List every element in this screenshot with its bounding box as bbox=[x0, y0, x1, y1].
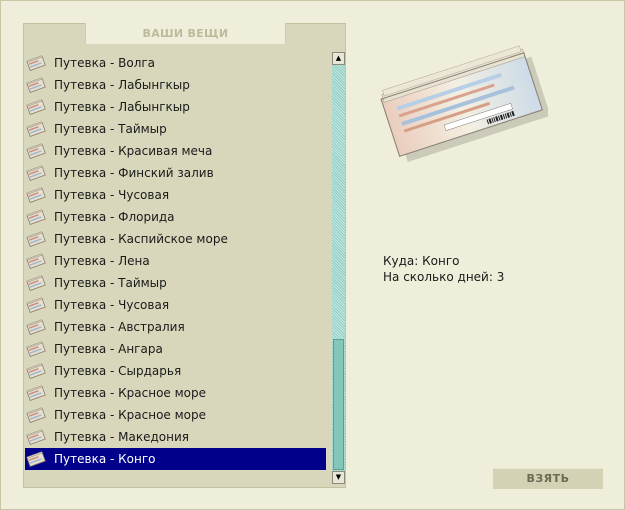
ticket-icon bbox=[26, 165, 46, 181]
list-item-label: Путевка - Лена bbox=[54, 254, 150, 268]
ticket-icon bbox=[26, 253, 46, 269]
ticket-icon bbox=[26, 121, 46, 137]
list-item-label: Путевка - Лабынгкыр bbox=[54, 78, 190, 92]
list-item[interactable]: Путевка - Финский залив bbox=[25, 162, 326, 184]
vertical-scrollbar[interactable]: ▲ ▼ bbox=[332, 52, 345, 484]
list-item[interactable]: Путевка - Таймыр bbox=[25, 118, 326, 140]
list-item-label: Путевка - Сырдарья bbox=[54, 364, 182, 378]
ticket-icon bbox=[26, 77, 46, 93]
list-item[interactable]: Путевка - Каспийское море bbox=[25, 228, 326, 250]
list-item[interactable]: Путевка - Красное море bbox=[25, 382, 326, 404]
list-item-label: Путевка - Таймыр bbox=[54, 122, 167, 136]
list-item-label: Путевка - Финский залив bbox=[54, 166, 214, 180]
scroll-up-arrow-icon[interactable]: ▲ bbox=[332, 52, 345, 65]
ticket-icon bbox=[26, 231, 46, 247]
ticket-icon bbox=[26, 341, 46, 357]
item-details: Куда: Конго На сколько дней: 3 bbox=[383, 253, 504, 285]
scrollbar-thumb[interactable] bbox=[333, 339, 344, 470]
ticket-icon bbox=[26, 275, 46, 291]
list-item[interactable]: Путевка - Волга bbox=[25, 52, 326, 74]
list-item[interactable]: Путевка - Красивая меча bbox=[25, 140, 326, 162]
list-item[interactable]: Путевка - Лабынгкыр bbox=[25, 74, 326, 96]
ticket-icon bbox=[26, 297, 46, 313]
ticket-icon bbox=[26, 55, 46, 71]
list-item-label: Путевка - Ангара bbox=[54, 342, 163, 356]
list-item-label: Путевка - Флорида bbox=[54, 210, 175, 224]
list-item[interactable]: Путевка - Македония bbox=[25, 426, 326, 448]
ticket-icon bbox=[26, 187, 46, 203]
list-item-label: Путевка - Таймыр bbox=[54, 276, 167, 290]
ticket-icon bbox=[26, 363, 46, 379]
list-item[interactable]: Путевка - Красное море bbox=[25, 404, 326, 426]
list-item[interactable]: Путевка - Лена bbox=[25, 250, 326, 272]
panel-title: ВАШИ ВЕЩИ bbox=[85, 23, 286, 44]
list-item[interactable]: Путевка - Ангара bbox=[25, 338, 326, 360]
list-item-label: Путевка - Красное море bbox=[54, 386, 206, 400]
list-item[interactable]: Путевка - Чусовая bbox=[25, 184, 326, 206]
ticket-icon bbox=[26, 99, 46, 115]
list-item-label: Путевка - Красивая меча bbox=[54, 144, 213, 158]
ticket-icon bbox=[26, 407, 46, 423]
list-item[interactable]: Путевка - Сырдарья bbox=[25, 360, 326, 382]
ticket-icon bbox=[26, 429, 46, 445]
days-text: На сколько дней: 3 bbox=[383, 270, 505, 284]
list-item[interactable]: Путевка - Чусовая bbox=[25, 294, 326, 316]
ticket-bundle-image bbox=[380, 45, 548, 162]
list-item-label: Путевка - Австралия bbox=[54, 320, 185, 334]
ticket-icon bbox=[26, 209, 46, 225]
list-item-label: Путевка - Македония bbox=[54, 430, 189, 444]
list-item[interactable]: Путевка - Таймыр bbox=[25, 272, 326, 294]
scroll-down-arrow-icon[interactable]: ▼ bbox=[332, 471, 345, 484]
list-item[interactable]: Путевка - Конго bbox=[25, 448, 326, 470]
list-item[interactable]: Путевка - Флорида bbox=[25, 206, 326, 228]
list-item-label: Путевка - Волга bbox=[54, 56, 156, 70]
ticket-icon bbox=[26, 319, 46, 335]
list-item-label: Путевка - Каспийское море bbox=[54, 232, 228, 246]
list-item-label: Путевка - Конго bbox=[54, 452, 156, 466]
list-item-label: Путевка - Чусовая bbox=[54, 188, 170, 202]
inventory-list: Путевка - Волга Путевка - Лабынгкыр Путевк… bbox=[25, 52, 328, 470]
list-item[interactable]: Путевка - Австралия bbox=[25, 316, 326, 338]
list-item-label: Путевка - Красное море bbox=[54, 408, 206, 422]
list-item-label: Путевка - Чусовая bbox=[54, 298, 170, 312]
ticket-icon bbox=[26, 143, 46, 159]
ticket-icon bbox=[26, 385, 46, 401]
destination-text: Куда: Конго bbox=[383, 254, 460, 268]
take-button[interactable]: ВЗЯТЬ bbox=[493, 468, 603, 489]
list-item-label: Путевка - Лабынгкыр bbox=[54, 100, 190, 114]
ticket-icon bbox=[26, 451, 46, 467]
list-item[interactable]: Путевка - Лабынгкыр bbox=[25, 96, 326, 118]
